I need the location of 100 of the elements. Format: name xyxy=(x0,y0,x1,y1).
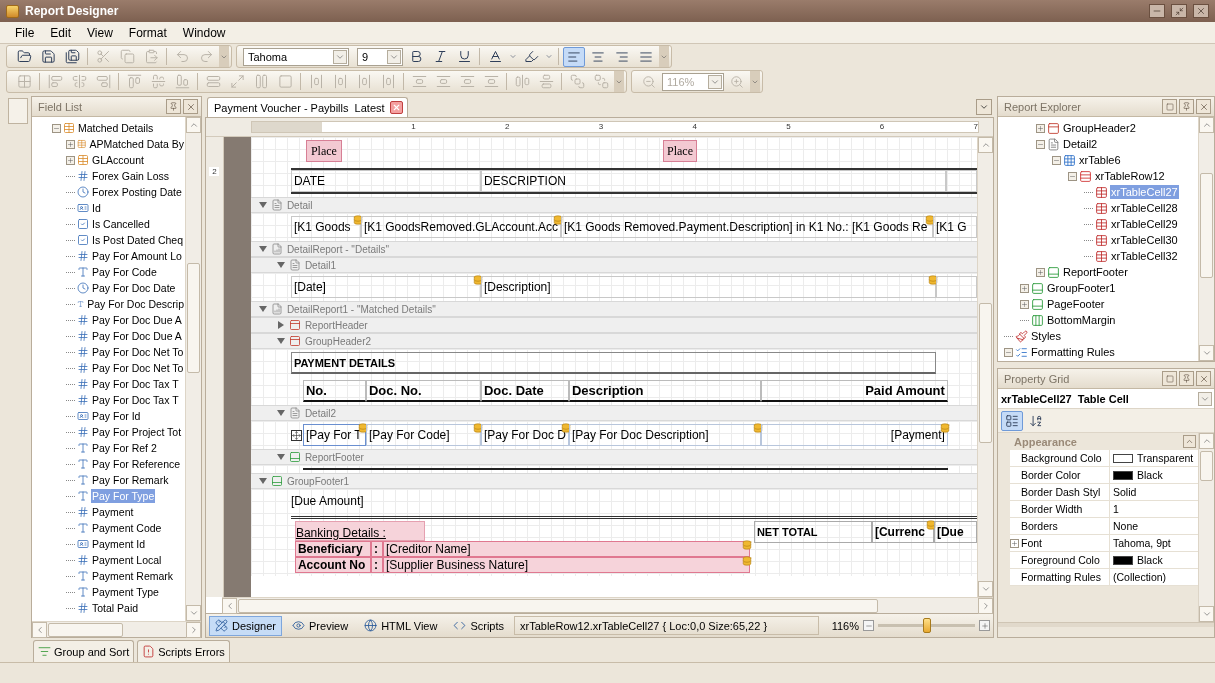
column-header: Description xyxy=(568,380,761,402)
band-caption[interactable]: Detail1 xyxy=(304,259,337,271)
field-item[interactable]: Is Post Dated Cheq xyxy=(91,233,185,247)
field-item[interactable]: Pay For Doc Tax T xyxy=(91,393,180,407)
field-item[interactable]: Pay For Doc Net To xyxy=(91,361,185,375)
explorer-item[interactable]: BottomMargin xyxy=(1046,313,1117,327)
table-cell: [Date] xyxy=(290,276,481,298)
band-caption[interactable]: Detail xyxy=(286,199,313,211)
band-caption[interactable]: GroupHeader2 xyxy=(304,335,372,347)
property-value[interactable]: None xyxy=(1113,520,1139,532)
explorer-item[interactable]: ReportFooter xyxy=(1062,265,1129,279)
field-item[interactable]: GLAccount xyxy=(91,153,145,167)
field-item[interactable]: Is Cancelled xyxy=(91,217,151,231)
field-item[interactable]: Total Paid xyxy=(91,601,140,615)
property-value[interactable]: (Collection) xyxy=(1113,571,1167,583)
field-item[interactable]: Matched Details xyxy=(77,121,155,135)
property-name: Borders xyxy=(1021,520,1058,532)
band-caption[interactable]: ReportHeader xyxy=(304,319,368,331)
table-cell: [Description] xyxy=(480,276,936,298)
section-title: PAYMENT DETAILS xyxy=(290,352,936,374)
field-item[interactable]: Payment xyxy=(91,505,135,519)
font-size-combo[interactable]: 9 xyxy=(357,47,403,66)
view-tab[interactable]: Preview xyxy=(286,615,355,636)
explorer-item[interactable]: PageFooter xyxy=(1046,297,1106,311)
view-tab[interactable]: Designer xyxy=(209,615,283,636)
field-item[interactable]: Payment Remark xyxy=(91,569,175,583)
explorer-item[interactable]: Styles xyxy=(1030,329,1062,343)
category-label: Appearance xyxy=(1014,435,1077,448)
band-caption[interactable]: ReportFooter xyxy=(304,451,364,463)
property-value[interactable]: 1 xyxy=(1113,503,1119,515)
table-cell[interactable]: [Pay For Doc Description] xyxy=(568,424,761,446)
table-cell: [K1 Goods xyxy=(290,216,361,238)
field-item[interactable]: Pay For Doc Net To xyxy=(91,345,185,359)
field-item[interactable]: Pay For Doc Date xyxy=(91,281,177,295)
zoom-level: 116% xyxy=(830,619,859,632)
explorer-item[interactable]: Detail2 xyxy=(1062,137,1099,151)
column-header: No. xyxy=(302,380,366,402)
field-item[interactable]: Pay For Reference xyxy=(91,457,182,471)
panel-title: Property Grid xyxy=(1004,372,1071,385)
field-item[interactable]: Forex Posting Date xyxy=(91,185,183,199)
explorer-item[interactable]: xrTableRow12 xyxy=(1094,169,1166,183)
table-cell[interactable]: [Payment] xyxy=(760,424,948,446)
property-name: Foreground Colo xyxy=(1021,554,1100,566)
property-value[interactable]: Black xyxy=(1137,469,1163,481)
field-item[interactable]: Payment Local xyxy=(91,553,163,567)
document-tab[interactable]: Payment Voucher - Paybills Latest xyxy=(207,97,408,117)
window-title: Report Designer xyxy=(25,4,120,18)
band-caption[interactable]: GroupFooter1 xyxy=(286,475,350,487)
band-caption[interactable]: Detail2 xyxy=(304,407,337,419)
explorer-item[interactable]: xrTableCell32 xyxy=(1110,249,1179,263)
table-cell[interactable]: [Pay For Code] xyxy=(365,424,481,446)
field-item[interactable]: Pay For Doc Tax T xyxy=(91,377,180,391)
field-item[interactable]: Payment Type xyxy=(91,585,160,599)
view-tab[interactable]: HTML View xyxy=(358,615,444,636)
field-item[interactable]: Pay For Ref 2 xyxy=(91,441,158,455)
field-item[interactable]: Pay For Id xyxy=(91,409,142,423)
menu-item[interactable]: Format xyxy=(121,23,174,42)
field-item[interactable]: Payment Id xyxy=(91,537,147,551)
table-cell: DATE xyxy=(290,170,481,192)
explorer-item[interactable]: xrTableCell30 xyxy=(1110,233,1179,247)
field-item[interactable]: Pay For Doc Due A xyxy=(91,329,183,343)
panel-title: Field List xyxy=(38,100,84,113)
menu-item[interactable]: File xyxy=(8,23,42,42)
menu-item[interactable]: Window xyxy=(175,23,233,42)
field-item[interactable]: Pay For Amount Lo xyxy=(91,249,183,263)
column-header: Doc. Date xyxy=(480,380,569,402)
menu-item[interactable]: View xyxy=(80,23,120,42)
explorer-item[interactable]: Formatting Rules xyxy=(1030,345,1116,359)
view-tab[interactable]: Scripts xyxy=(447,615,511,636)
band-caption[interactable]: DetailReport1 - "Matched Details" xyxy=(286,303,436,315)
field-item[interactable]: Pay For Remark xyxy=(91,473,170,487)
field-item[interactable]: APMatched Data By xyxy=(88,137,185,151)
field-item[interactable]: Pay For Project Tot xyxy=(91,425,183,439)
property-value[interactable]: Solid xyxy=(1113,486,1137,498)
property-value[interactable]: Transparent xyxy=(1137,452,1194,464)
explorer-item[interactable]: xrTable6 xyxy=(1078,153,1122,167)
panel-title: Report Explorer xyxy=(1004,100,1083,113)
font-name-combo[interactable]: Tahoma xyxy=(243,47,349,66)
property-name: Background Colo xyxy=(1021,452,1102,464)
field-item[interactable]: Pay For Doc Due A xyxy=(91,313,183,327)
band-caption[interactable]: DetailReport - "Details" xyxy=(286,243,390,255)
panel-tab[interactable]: Scripts Errors xyxy=(137,640,230,662)
field-item[interactable]: Pay For Code xyxy=(91,265,158,279)
field-item[interactable]: Id xyxy=(91,201,102,215)
property-value[interactable]: Black xyxy=(1137,554,1163,566)
explorer-item[interactable]: xrTableCell28 xyxy=(1110,201,1179,215)
table-cell: [K1 GoodsRemoved.GLAccount.Acc xyxy=(360,216,561,238)
explorer-item[interactable]: xrTableCell29 xyxy=(1110,217,1179,231)
field-item[interactable]: Payment Code xyxy=(91,521,163,535)
panel-tab[interactable]: Group and Sort xyxy=(33,640,135,662)
field-item[interactable]: Pay For Doc Descrip xyxy=(86,297,185,311)
property-name: Border Width xyxy=(1021,503,1083,515)
column-header: Doc. No. xyxy=(365,380,481,402)
table-cell[interactable]: [Pay For Doc D xyxy=(480,424,569,446)
field-item[interactable]: Forex Gain Loss xyxy=(91,169,171,183)
property-name: Border Color xyxy=(1021,469,1081,481)
property-value[interactable]: Tahoma, 9pt xyxy=(1113,537,1171,549)
explorer-item[interactable]: GroupHeader2 xyxy=(1062,121,1137,135)
explorer-item[interactable]: GroupFooter1 xyxy=(1046,281,1117,295)
menu-item[interactable]: Edit xyxy=(43,23,79,42)
